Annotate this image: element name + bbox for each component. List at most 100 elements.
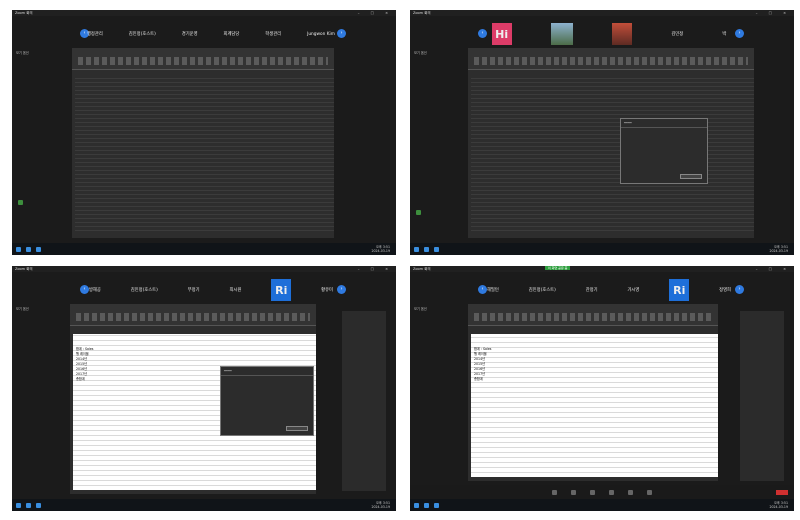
chat-icon[interactable] [609, 489, 614, 495]
clock: 오후 3:51 2024-03-19 [371, 501, 390, 509]
start-icon[interactable] [16, 502, 21, 508]
nav-right-icon[interactable]: › [735, 285, 744, 294]
pivot-fields-pane[interactable] [740, 311, 784, 481]
nav-right-icon[interactable]: › [337, 29, 346, 38]
window-controls[interactable]: – □ × [358, 11, 393, 15]
sort-dialog[interactable]: ━━━━ [620, 118, 708, 184]
pivot-options-dialog[interactable]: ━━━━ [220, 366, 314, 436]
zoom-window-4: Zoom 회의 – □ × 이 화면 공유 중 보기 옵션 ‹ 해밀턴 김민정(호… [410, 266, 794, 511]
window-controls[interactable]: – □ × [756, 11, 791, 15]
start-icon[interactable] [16, 246, 21, 252]
search-icon[interactable] [26, 502, 31, 508]
participant-tile[interactable]: 최시원 [229, 287, 241, 293]
view-options-button[interactable]: 보기 옵션 [16, 306, 29, 311]
participant-tile[interactable]: 김민정(호스트) [129, 31, 156, 37]
search-icon[interactable] [424, 246, 429, 252]
share-icon[interactable] [628, 489, 633, 495]
participant-tile[interactable]: 가시영 [627, 287, 639, 293]
participant-tile[interactable]: 회계담당 [224, 31, 240, 37]
search-icon[interactable] [26, 246, 31, 252]
taskbar: 오후 3:51 2024-03-19 [410, 499, 794, 511]
dialog-title: ━━━━ [621, 119, 707, 128]
app-icon[interactable] [434, 502, 439, 508]
view-options-button[interactable]: 보기 옵션 [16, 50, 29, 55]
app-icon[interactable] [434, 246, 439, 252]
app-icon[interactable] [36, 246, 41, 252]
ok-button[interactable] [680, 174, 702, 179]
app-icon[interactable] [36, 502, 41, 508]
video-strip: 행정관리 김민정(호스트) 경기운영 회계담당 학생관리 Jungwon Kim [74, 23, 348, 45]
pivot-fields-pane[interactable] [342, 311, 386, 491]
window-title: Zoom 회의 [413, 266, 431, 271]
participant-tile[interactable]: 경기운영 [182, 31, 198, 37]
participant-tile[interactable]: Ri [271, 279, 292, 301]
window-title: Zoom 회의 [15, 10, 33, 15]
participant-tile[interactable]: 행정관리 [87, 31, 103, 37]
start-icon[interactable] [414, 246, 419, 252]
participant-tile[interactable]: 해밀턴 [487, 287, 499, 293]
participant-tile[interactable]: 황유미 [321, 287, 333, 293]
view-options-button[interactable]: 보기 옵션 [414, 306, 427, 311]
search-icon[interactable] [424, 502, 429, 508]
window-title: Zoom 회의 [413, 10, 431, 15]
participants-icon[interactable] [590, 489, 595, 495]
video-strip: 방해공 김민정(호스트) 부정기 최시원 Ri 황유미 [74, 279, 348, 301]
title-bar: Zoom 회의 – □ × [410, 266, 794, 272]
taskbar: 오후 3:51 2024-03-19 [12, 499, 396, 511]
shared-excel [72, 48, 334, 238]
participant-tile[interactable]: 김민정(호스트) [529, 287, 556, 293]
participant-photo[interactable] [550, 23, 573, 45]
participant-tile[interactable]: 방해공 [89, 287, 101, 293]
shared-excel: ━━━━ [468, 48, 754, 238]
window-controls[interactable]: – □ × [756, 267, 791, 271]
ribbon [468, 304, 718, 326]
video-strip: 해밀턴 김민정(호스트) 찬정기 가시영 Ri 정영희 [472, 279, 746, 301]
participant-tile[interactable]: Jungwon Kim [307, 32, 335, 37]
video-icon[interactable] [571, 489, 576, 495]
taskbar: 오후 3:51 2024-03-19 [12, 243, 396, 255]
participant-tile[interactable]: 김민정(호스트) [131, 287, 158, 293]
zoom-window-2: Zoom 회의 – □ × 보기 옵션 ‹ Hi 김민정 박 › ━━━━ 오후 … [410, 10, 794, 255]
clock: 오후 3:51 2024-03-19 [769, 501, 788, 509]
zoom-window-3: Zoom 회의 – □ × 보기 옵션 ‹ 방해공 김민정(호스트) 부정기 최시… [12, 266, 396, 511]
sheet-grid[interactable] [471, 78, 754, 234]
dialog-title: ━━━━ [221, 367, 313, 376]
start-icon[interactable] [414, 502, 419, 508]
zoom-window-1: Zoom 회의 – □ × 보기 옵션 ‹ 행정관리 김민정(호스트) 경기운영 … [12, 10, 396, 255]
window-title: Zoom 회의 [15, 266, 33, 271]
nav-right-icon[interactable]: › [337, 285, 346, 294]
ok-button[interactable] [286, 426, 308, 431]
view-options-button[interactable]: 보기 옵션 [414, 50, 427, 55]
pivot-table: 합계 : Sales 행 레이블 2014년 2015년 2016년 2017년… [474, 346, 674, 394]
participant-tile[interactable]: 부정기 [188, 287, 200, 293]
zoom-control-bar [410, 485, 794, 499]
taskbar: 오후 3:51 2024-03-19 [410, 243, 794, 255]
video-strip: Hi 김민정 박 [472, 23, 746, 45]
nav-right-icon[interactable]: › [735, 29, 744, 38]
participant-tile[interactable]: 김민정 [671, 31, 683, 37]
shared-excel: 합계 : Sales 행 레이블 2014년 2015년 2016년 2017년… [70, 304, 316, 494]
participant-tile[interactable]: 정영희 [719, 287, 731, 293]
ribbon [72, 48, 334, 70]
pencil-icon[interactable] [416, 210, 421, 215]
clock: 오후 3:51 2024-03-19 [769, 245, 788, 253]
title-bar: Zoom 회의 – □ × [410, 10, 794, 16]
window-controls[interactable]: – □ × [358, 267, 393, 271]
shared-excel: 합계 : Sales 행 레이블 2014년 2015년 2016년 2017년… [468, 304, 718, 481]
sheet-grid[interactable] [75, 78, 334, 234]
participant-tile[interactable]: Ri [669, 279, 690, 301]
record-icon[interactable] [647, 489, 652, 495]
participant-tile[interactable]: 찬정기 [586, 287, 598, 293]
ribbon [70, 304, 316, 326]
mute-icon[interactable] [552, 489, 557, 495]
participant-tile[interactable]: 학생관리 [265, 31, 281, 37]
share-banner[interactable]: 이 화면 공유 중 [545, 266, 571, 270]
participant-tile[interactable]: Hi [491, 23, 512, 45]
pencil-icon[interactable] [18, 200, 23, 205]
end-meeting-button[interactable] [776, 489, 788, 495]
title-bar: Zoom 회의 – □ × [12, 266, 396, 272]
participant-tile[interactable]: 박 [722, 31, 726, 37]
participant-photo[interactable] [612, 23, 633, 45]
ribbon [468, 48, 754, 70]
pivot-row: 총합계 [474, 377, 483, 381]
